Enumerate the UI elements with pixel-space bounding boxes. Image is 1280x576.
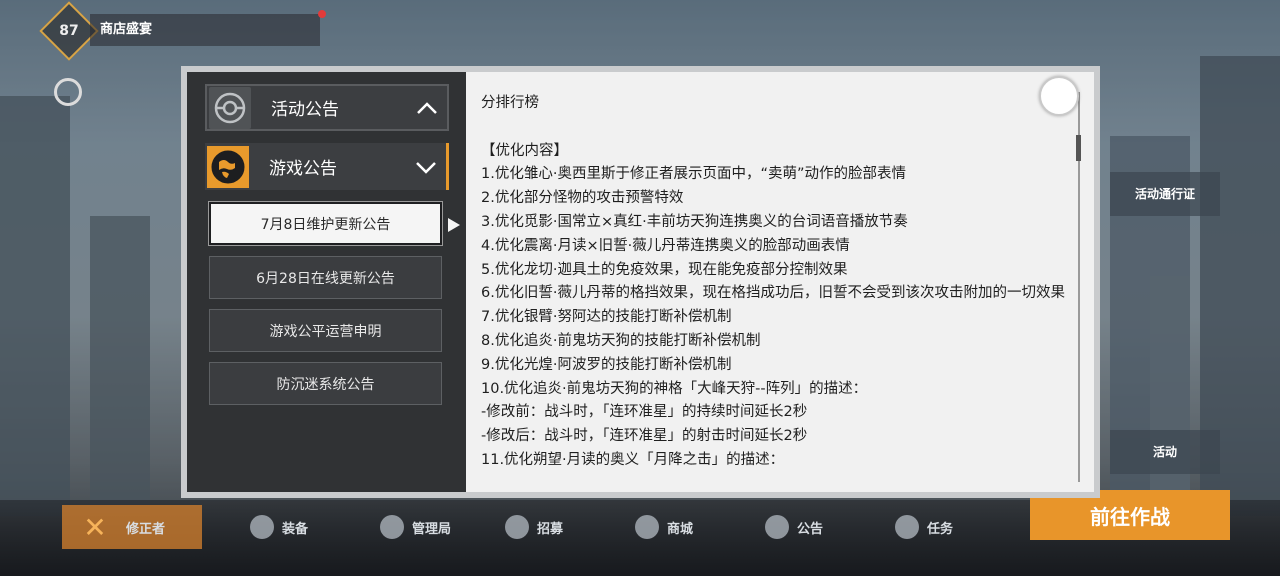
announcement-item-update-0628[interactable]: 6月28日在线更新公告 xyxy=(209,256,442,299)
shop-icon xyxy=(635,515,659,539)
category-game-announcements[interactable]: 游戏公告 xyxy=(205,143,449,190)
announcement-body: 分排行榜 【优化内容】 1.优化雏心·奥西里斯于修正者展示页面中，“卖萌”动作的… xyxy=(481,92,1081,473)
content-line: -修改前：战斗时，「连环准星」的持续时间延长2秒 xyxy=(481,404,808,421)
nav-recruit[interactable]: 招募 xyxy=(505,505,563,549)
nav-notice[interactable]: 公告 xyxy=(765,505,823,549)
announcement-item-maintenance-0708[interactable]: 7月8日维护更新公告 xyxy=(208,201,443,246)
content-line: 3.优化觅影·国常立×真红·丰前坊天狗连携奥义的台词语音播放节奏 xyxy=(481,213,908,230)
player-level-badge[interactable]: 87 商店盛宴 xyxy=(39,1,326,61)
tasks-icon xyxy=(895,515,919,539)
content-line: 8.优化追炎·前鬼坊天狗的技能打断补偿机制 xyxy=(481,332,761,349)
content-line: -修改后：战斗时，「连环准星」的射击时间延长2秒 xyxy=(481,428,808,445)
notification-dot xyxy=(318,10,326,18)
chevron-up-icon xyxy=(407,86,447,129)
category-label: 游戏公告 xyxy=(269,159,337,179)
content-line: 11.优化朔望·月读的奥义「月降之击」的描述： xyxy=(481,451,785,468)
content-line: 4.优化震离·月读×旧誓·薇儿丹蒂连携奥义的脸部动画表情 xyxy=(481,237,850,254)
nav-correctors[interactable]: ✕ 修正者 xyxy=(62,505,202,549)
announcement-item-fair-play[interactable]: 游戏公平运营申明 xyxy=(209,309,442,352)
nav-shop[interactable]: 商城 xyxy=(635,505,693,549)
nav-bureau[interactable]: 管理局 xyxy=(380,505,451,549)
content-line: 9.优化光煌·阿波罗的技能打断补偿机制 xyxy=(481,356,732,373)
nav-tasks[interactable]: 任务 xyxy=(895,505,953,549)
content-line: 2.优化部分怪物的攻击预警特效 xyxy=(481,190,684,207)
announcement-sidebar: 活动公告 游戏公告 7月8日维护更新公告 6月28日在线更新公告 游戏公平运营申… xyxy=(187,72,466,492)
announcement-content-panel[interactable]: 分排行榜 【优化内容】 1.优化雏心·奥西里斯于修正者展示页面中，“卖萌”动作的… xyxy=(466,72,1094,492)
globe-emblem-icon xyxy=(207,145,249,188)
content-line: 1.优化雏心·奥西里斯于修正者展示页面中，“卖萌”动作的脸部表情 xyxy=(481,166,906,183)
event-banner: 商店盛宴 xyxy=(90,14,320,46)
category-label: 活动公告 xyxy=(271,100,339,120)
settings-icon[interactable] xyxy=(54,78,82,106)
crossed-swords-icon: ✕ xyxy=(83,510,107,544)
category-event-announcements[interactable]: 活动公告 xyxy=(205,84,449,131)
scrollbar-thumb[interactable] xyxy=(1076,135,1081,161)
selected-arrow-icon xyxy=(448,218,460,232)
gear-icon xyxy=(250,515,274,539)
announcement-item-anti-addiction[interactable]: 防沉迷系统公告 xyxy=(209,362,442,405)
content-heading: 分排行榜 xyxy=(481,95,539,111)
building-icon xyxy=(380,515,404,539)
content-line: 6.优化旧誓·薇儿丹蒂的格挡效果，现在格挡成功后，旧誓不会受到该次攻击附加的一切… xyxy=(481,285,1065,302)
close-button[interactable] xyxy=(1039,76,1079,116)
content-line: 7.优化银臂·努阿达的技能打断补偿机制 xyxy=(481,309,732,326)
side-card[interactable]: 活动 xyxy=(1110,430,1220,474)
content-line: 5.优化龙切·迦具土的免疫效果，现在能免疫部分控制效果 xyxy=(481,261,848,278)
section-title: 【优化内容】 xyxy=(481,142,568,159)
side-card[interactable]: 活动通行证 xyxy=(1110,172,1220,216)
eye-emblem-icon xyxy=(209,86,251,129)
nav-equipment[interactable]: 装备 xyxy=(250,505,308,549)
announcement-dialog: 活动公告 游戏公告 7月8日维护更新公告 6月28日在线更新公告 游戏公平运营申… xyxy=(181,66,1100,498)
recruit-icon xyxy=(505,515,529,539)
content-line: 10.优化追炎·前鬼坊天狗的神格「大峰天狩--阵列」的描述： xyxy=(481,380,868,397)
notice-icon xyxy=(765,515,789,539)
chevron-down-icon xyxy=(406,143,446,190)
